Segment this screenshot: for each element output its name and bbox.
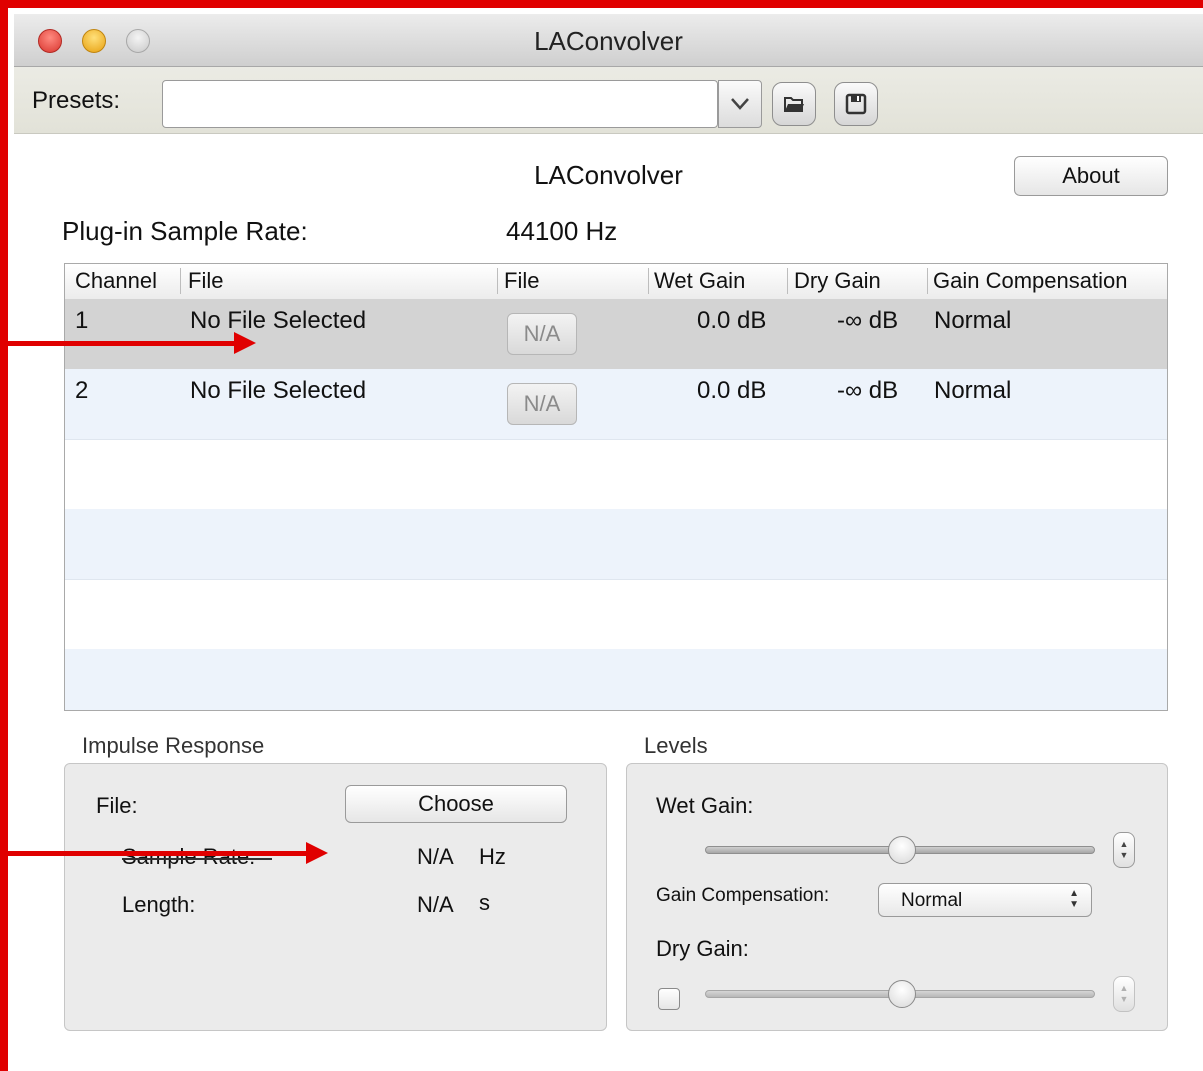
file-name-cell: No File Selected — [190, 307, 367, 334]
table-row-empty — [65, 649, 1167, 710]
strikethrough-mark — [122, 858, 272, 860]
ir-length-value: N/A — [417, 892, 454, 917]
column-header-gain-compensation[interactable]: Gain Compensation — [933, 268, 1127, 294]
column-divider — [648, 268, 649, 294]
dry-gain-stepper[interactable]: ▲ ▼ — [1113, 976, 1135, 1012]
levels-group-label: Levels — [644, 733, 708, 758]
ir-length-unit: s — [479, 890, 490, 915]
title-bar: LAConvolver — [14, 14, 1203, 67]
wet-gain-cell: 0.0 dB — [697, 307, 767, 334]
column-divider — [180, 268, 181, 294]
ir-sample-rate-label: Sample Rate: — [122, 844, 256, 869]
impulse-response-group-label: Impulse Response — [82, 733, 265, 758]
presets-label: Presets: — [32, 87, 121, 114]
gain-compensation-cell: Normal — [934, 377, 1012, 404]
channel-cell: 2 — [75, 377, 89, 404]
dry-gain-cell: -∞ dB — [837, 307, 899, 334]
dry-gain-checkbox[interactable] — [658, 988, 680, 1010]
save-preset-button[interactable] — [834, 82, 878, 126]
column-divider — [497, 268, 498, 294]
dry-gain-cell: -∞ dB — [837, 377, 899, 404]
annotation-arrow — [0, 842, 328, 864]
updown-arrows-icon: ▲ ▼ — [1069, 888, 1079, 910]
table-row[interactable]: 2 No File Selected N/A 0.0 dB -∞ dB Norm… — [65, 369, 1167, 439]
file-na-button[interactable]: N/A — [507, 313, 577, 355]
presets-toolbar: Presets: — [14, 67, 1203, 134]
plugin-sample-rate-value: 44100 Hz — [506, 216, 618, 246]
window-title: LAConvolver — [534, 26, 683, 56]
ir-sample-rate-value: N/A — [417, 844, 454, 869]
levels-group: Wet Gain: ▲ ▼ Gain Compensation: Normal ▲… — [626, 763, 1168, 1031]
gain-compensation-label: Gain Compensation: — [656, 885, 830, 906]
table-row-empty — [65, 579, 1167, 649]
column-divider — [787, 268, 788, 294]
table-row-empty — [65, 439, 1167, 509]
ir-sample-rate-unit: Hz — [479, 844, 506, 869]
presets-combo-input[interactable] — [162, 80, 718, 128]
dry-gain-slider-thumb[interactable] — [888, 980, 916, 1008]
gain-compensation-select[interactable]: Normal ▲ ▼ — [878, 883, 1092, 917]
gain-compensation-cell: Normal — [934, 307, 1012, 334]
table-row-empty — [65, 509, 1167, 579]
column-header-wet-gain[interactable]: Wet Gain — [654, 268, 745, 294]
wet-gain-stepper[interactable]: ▲ ▼ — [1113, 832, 1135, 868]
presets-dropdown-button[interactable] — [718, 80, 762, 128]
wet-gain-slider-thumb[interactable] — [888, 836, 916, 864]
floppy-disk-icon — [845, 93, 867, 115]
dry-gain-label: Dry Gain: — [656, 936, 749, 961]
wet-gain-cell: 0.0 dB — [697, 377, 767, 404]
impulse-response-group: File: Choose Sample Rate: N/A Hz Length:… — [64, 763, 607, 1031]
open-preset-button[interactable] — [772, 82, 816, 126]
column-header-file-button[interactable]: File — [504, 268, 539, 294]
about-button[interactable]: About — [1014, 156, 1168, 196]
folder-icon — [784, 97, 804, 112]
file-name-cell: No File Selected — [190, 377, 367, 404]
table-header: Channel File File Wet Gain Dry Gain Gain… — [65, 264, 1167, 300]
file-na-button[interactable]: N/A — [507, 383, 577, 425]
wet-gain-label: Wet Gain: — [656, 793, 754, 818]
plugin-window: LAConvolver Presets: LAConvolver About P… — [14, 14, 1203, 1071]
column-header-dry-gain[interactable]: Dry Gain — [794, 268, 881, 294]
channel-table: Channel File File Wet Gain Dry Gain Gain… — [64, 263, 1168, 711]
channel-cell: 1 — [75, 307, 89, 334]
plugin-sample-rate-label: Plug-in Sample Rate: — [62, 216, 308, 246]
column-header-channel[interactable]: Channel — [75, 268, 157, 294]
column-header-file[interactable]: File — [188, 268, 223, 294]
chevron-down-icon — [731, 98, 749, 110]
annotation-arrow — [0, 332, 256, 354]
ir-length-label: Length: — [122, 892, 196, 917]
table-row[interactable]: 1 No File Selected N/A 0.0 dB -∞ dB Norm… — [65, 299, 1167, 369]
choose-file-button[interactable]: Choose — [345, 785, 567, 823]
column-divider — [927, 268, 928, 294]
gain-compensation-selected-value: Normal — [901, 890, 963, 911]
ir-file-label: File: — [96, 793, 138, 818]
